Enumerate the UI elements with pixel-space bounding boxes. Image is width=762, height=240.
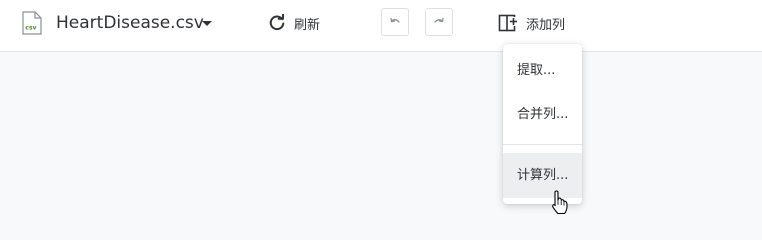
refresh-button[interactable]: 刷新	[268, 11, 320, 35]
menu-item-extract[interactable]: 提取...	[503, 50, 582, 92]
hand-cursor-icon	[549, 190, 571, 216]
refresh-icon	[269, 14, 285, 31]
csv-file-icon: csv	[22, 11, 42, 35]
menu-item-merge-columns[interactable]: 合并列...	[503, 94, 582, 136]
undo-button[interactable]	[381, 8, 409, 36]
caret-down-icon[interactable]	[200, 14, 214, 32]
redo-button[interactable]	[425, 8, 453, 36]
svg-text:csv: csv	[25, 25, 36, 32]
add-column-button[interactable]: 添加列	[498, 11, 565, 35]
add-column-menu: 提取... 合并列... 计算列...	[503, 44, 582, 204]
toolbar: csv HeartDisease.csv 刷新 添加列	[0, 0, 762, 52]
refresh-label: 刷新	[294, 17, 321, 33]
add-column-label: 添加列	[526, 17, 566, 33]
file-name: HeartDisease.csv	[56, 13, 204, 33]
menu-divider	[503, 144, 582, 145]
undo-icon	[390, 17, 400, 23]
add-column-icon	[498, 14, 518, 32]
redo-icon	[434, 17, 444, 23]
